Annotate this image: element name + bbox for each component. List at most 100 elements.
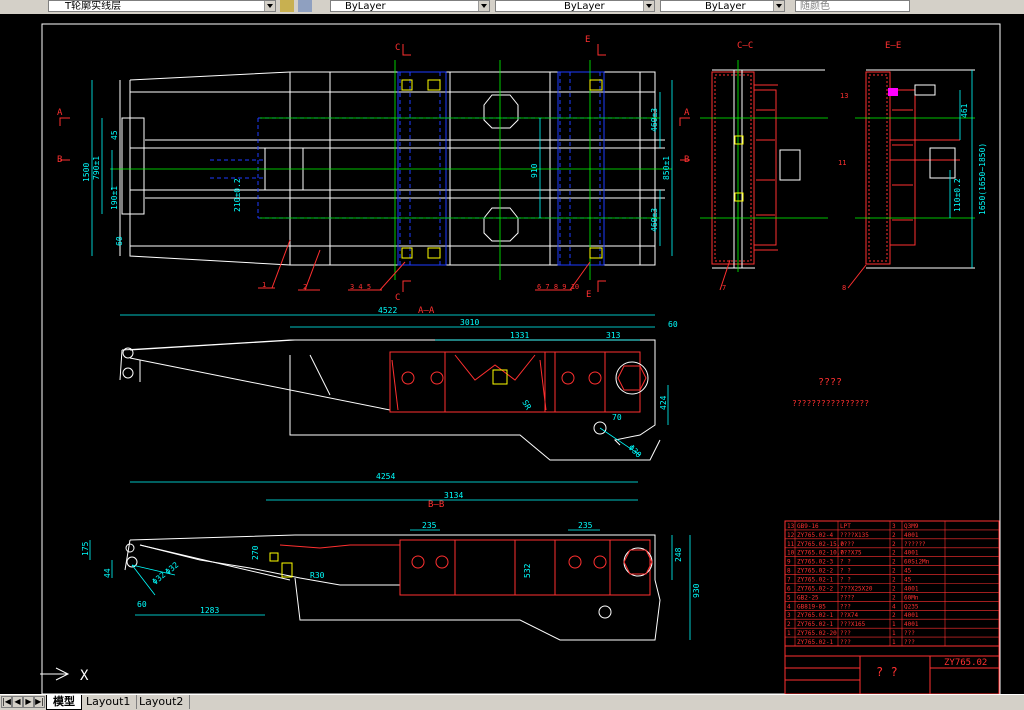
plan-view: 1500 790±1 190±1 60 45 210±0.2 910 850±1… [57, 35, 690, 303]
plotstyle-control-label: 随颜色 [800, 1, 830, 12]
view-bb: B—B 4254 3134 235 235 175 44 270 60 1283… [81, 472, 701, 641]
section-mark-a-right: A [684, 108, 690, 118]
bom-cell: 11 [787, 541, 795, 548]
section-mark-a-left: A [57, 108, 63, 118]
drawing-svg: 1500 790±1 190±1 60 45 210±0.2 910 850±1… [40, 23, 1001, 695]
bom-cell: Q235 [904, 603, 919, 610]
bom-cell: 9 [787, 559, 791, 566]
bom-cell: ???? [840, 594, 855, 601]
balloon-13: 13 [840, 92, 848, 100]
bom-cell: ZY765.02-10.0 [797, 550, 844, 557]
color-control-label: ByLayer [345, 1, 386, 12]
ee-dim-110: 110±0.2 [953, 178, 962, 212]
technical-notes: ???? ???????????????? [792, 377, 869, 408]
next-tab-button[interactable]: ▶ [23, 696, 34, 708]
aa-dim-60: 60 [668, 320, 678, 329]
bom-cell: 2 [892, 541, 896, 548]
plan-dim-1500: 1500 [82, 163, 91, 182]
plotstyle-control[interactable]: 随颜色 [795, 0, 910, 12]
lineweight-control[interactable]: ByLayer [660, 0, 785, 12]
bom-cell: 2 [892, 550, 896, 557]
make-current-layer-icon[interactable] [280, 0, 294, 12]
bb-dim-175: 175 [81, 541, 90, 556]
linetype-control[interactable]: ByLayer [495, 0, 655, 12]
bom-cell: ZY765.02-3 [797, 559, 834, 566]
color-dropdown-arrow[interactable] [478, 1, 489, 11]
bb-dim-44: 44 [103, 568, 112, 578]
tab-model[interactable]: 模型 [46, 695, 82, 710]
title-block: ? ? ZY765.02 13 GB9-16 LPT 3 Q3M912 ZY765.02-… [784, 520, 1000, 695]
section-mark-c-top: C [395, 43, 400, 53]
linetype-dropdown-arrow[interactable] [643, 1, 654, 11]
bom-cell: ZY765.02-1 [797, 621, 834, 628]
bom-cell: 7 [787, 577, 791, 584]
bom-cell: ??? [840, 630, 851, 637]
bb-dim-r30: R30 [310, 571, 325, 580]
tab-layout1[interactable]: Layout1 [80, 695, 138, 709]
bom-cell: LPT [840, 523, 851, 530]
bom-cell: ????X135 [840, 532, 869, 539]
bom-cell: ZY765.02-2 [797, 585, 834, 592]
layer-control[interactable]: T轮廓实线层 [48, 0, 276, 12]
bom-cell: ? ? [840, 559, 851, 566]
bom-cell: ZY765.02-20 [797, 630, 837, 637]
bom-cell: 1 [892, 621, 896, 628]
aa-dim-3010: 3010 [460, 318, 479, 327]
view-cc-title: C—C [737, 41, 753, 51]
ucs-x-label: X [80, 668, 89, 684]
model-space-canvas[interactable]: 1500 790±1 190±1 60 45 210±0.2 910 850±1… [0, 14, 1024, 695]
plan-dim-790: 790±1 [92, 156, 101, 180]
bom-cell: 2 [892, 532, 896, 539]
first-tab-button[interactable]: |◀ [1, 696, 12, 708]
bom-cell: 60Mn [904, 594, 919, 601]
bom-cell: ZY765.02-2 [797, 568, 834, 575]
bom-cell: 60Si2Mn [904, 559, 930, 566]
plan-dim-910: 910 [530, 163, 539, 178]
section-mark-c-bottom: C [395, 293, 400, 303]
bom-cell: ZY765.02-15.0 [797, 541, 844, 548]
bom-table: 13 GB9-16 LPT 3 Q3M912 ZY765.02-4 ????X135 2 400… [785, 521, 999, 647]
bom-cell: ??? [840, 639, 851, 646]
bom-cell: 2 [787, 621, 791, 628]
bom-cell: 45 [904, 577, 912, 584]
bom-cell: 2 [892, 585, 896, 592]
bom-cell: 2 [892, 577, 896, 584]
bom-cell: ??? [904, 639, 915, 646]
plan-dim-210: 210±0.2 [233, 178, 242, 212]
bom-cell: 2 [892, 594, 896, 601]
bb-dim-phi32b: Φ32 [164, 560, 181, 576]
lineweight-dropdown-arrow[interactable] [773, 1, 784, 11]
bb-dim-235a: 235 [422, 521, 437, 530]
bom-cell: 2 [892, 612, 896, 619]
ee-dim-461: 461 [960, 103, 969, 118]
aa-dim-sr: SR [520, 399, 533, 412]
plan-dim-850: 850±1 [662, 156, 671, 180]
bom-cell: 3 [787, 612, 791, 619]
bom-cell: ?????? [904, 541, 926, 548]
last-tab-button[interactable]: ▶| [34, 696, 45, 708]
view-bb-title: B—B [428, 500, 444, 510]
bom-cell: 10 [787, 550, 795, 557]
plan-dim-460a: 460±3 [650, 108, 659, 132]
bom-cell: 45 [904, 568, 912, 575]
bom-cell: 2 [892, 568, 896, 575]
section-mark-e-bottom: E [586, 290, 591, 300]
bom-cell: 4 [892, 603, 896, 610]
bom-cell: 1 [787, 630, 791, 637]
bom-cell: ???X25X20 [840, 585, 873, 592]
view-aa: A—A 4522 3010 60 1331 313 424 70 SR [119, 306, 678, 461]
tab-layout2[interactable]: Layout2 [133, 695, 191, 709]
color-control[interactable]: ByLayer [330, 0, 490, 12]
bom-cell: 4 [787, 603, 791, 610]
note-text: ???????????????? [792, 399, 869, 408]
section-mark-b-left: B [57, 155, 62, 165]
plan-dim-60: 60 [115, 236, 124, 246]
bom-cell: ??? [904, 630, 915, 637]
layer-dropdown-arrow[interactable] [264, 1, 275, 11]
prev-tab-button[interactable]: ◀ [12, 696, 23, 708]
bom-cell: 4001 [904, 550, 919, 557]
section-mark-e-top: E [585, 35, 590, 45]
bom-cell: ???X75 [840, 550, 862, 557]
ucs-icon: X [40, 667, 89, 684]
layer-previous-icon[interactable] [298, 0, 312, 12]
